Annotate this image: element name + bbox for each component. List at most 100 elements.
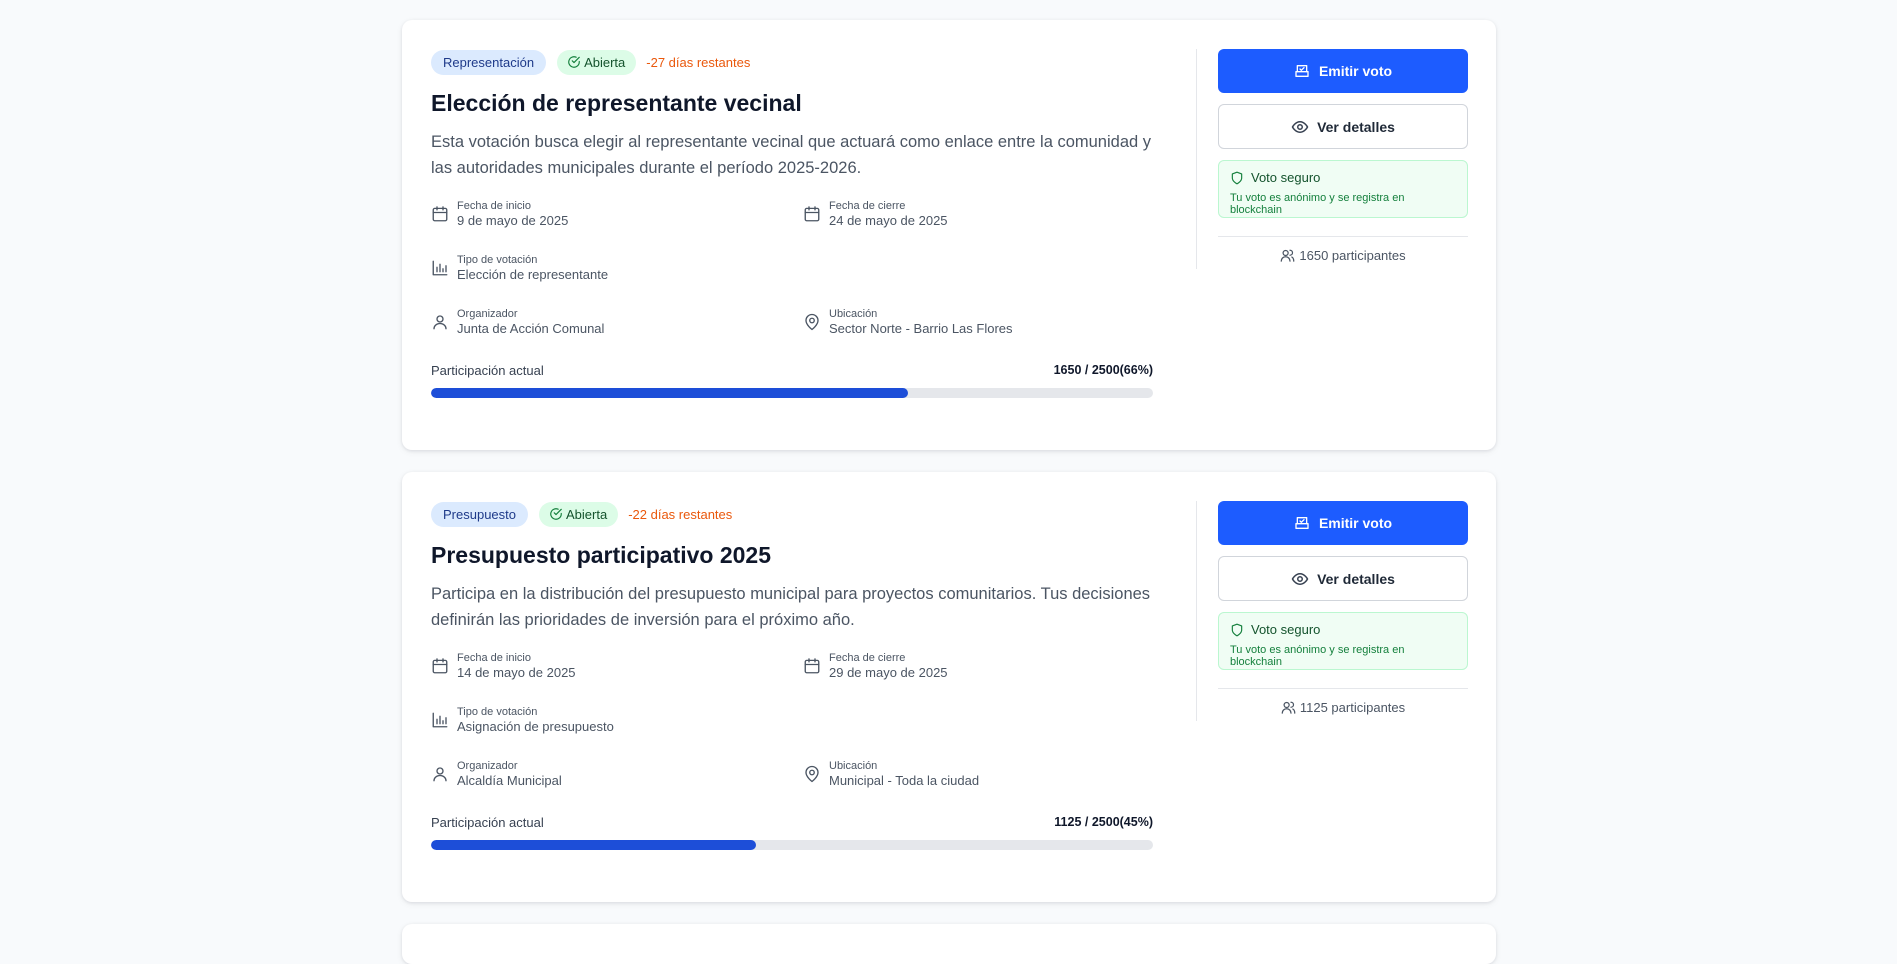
vote-icon (1295, 65, 1309, 77)
cast-vote-button[interactable]: Emitir voto (1218, 49, 1468, 93)
vote-type-label: Tipo de votación (457, 706, 538, 718)
participation-progress-bar (431, 388, 1153, 398)
check-circle-icon (550, 508, 562, 520)
vote-card-content: Representación Abierta -27 días restante… (431, 49, 1153, 398)
organizer-label: Organizador (457, 308, 518, 320)
calendar-icon (431, 205, 449, 223)
location-label: Ubicación (829, 760, 878, 772)
days-remaining: -27 días restantes (646, 54, 751, 70)
start-date-label: Fecha de inicio (457, 200, 531, 212)
vote-actions: Emitir voto Ver detalles Voto seguro Tu … (1218, 501, 1468, 715)
organizer-info: Organizador Alcaldía Municipal (431, 760, 761, 789)
participants-count: 1125 participantes (1218, 700, 1468, 715)
organizer-label: Organizador (457, 760, 518, 772)
end-date-label: Fecha de cierre (829, 652, 906, 664)
calendar-icon (803, 657, 821, 675)
participation-count: 1125 / 2500(45%) (1054, 815, 1153, 829)
location-label: Ubicación (829, 308, 878, 320)
user-icon (431, 765, 449, 783)
end-date-info: Fecha de cierre 24 de mayo de 2025 (803, 200, 1133, 229)
calendar-icon (431, 657, 449, 675)
days-remaining: -22 días restantes (628, 506, 733, 522)
calendar-icon (803, 205, 821, 223)
participation-label: Participación actual (431, 363, 544, 378)
organizer-value: Junta de Acción Comunal (457, 321, 605, 336)
vote-type-info: Tipo de votación Elección de representant… (431, 254, 761, 283)
start-date-info: Fecha de inicio 9 de mayo de 2025 (431, 200, 761, 229)
end-date-info: Fecha de cierre 29 de mayo de 2025 (803, 652, 1133, 681)
bar-chart-icon (431, 711, 449, 729)
end-date-value: 29 de mayo de 2025 (829, 665, 948, 680)
view-details-button[interactable]: Ver detalles (1218, 104, 1468, 149)
view-details-button[interactable]: Ver detalles (1218, 556, 1468, 601)
location-value: Municipal - Toda la ciudad (829, 773, 980, 788)
status-badge: Abierta (539, 501, 619, 527)
start-date-value: 14 de mayo de 2025 (457, 665, 576, 680)
participation-count: 1650 / 2500(66%) (1053, 363, 1153, 377)
eye-icon (1291, 572, 1309, 585)
category-badge: Representación (431, 49, 547, 75)
vote-type-value: Asignación de presupuesto (457, 719, 614, 734)
vote-description: Esta votación busca elegir al representa… (431, 133, 1152, 177)
organizer-value: Alcaldía Municipal (457, 773, 562, 788)
participation-row: Participación actual 1650 / 2500(66%) (431, 363, 1153, 378)
map-pin-icon (803, 765, 821, 783)
column-divider (1196, 49, 1197, 269)
vote-card: Presupuesto Abierta -22 días restantes P… (402, 472, 1496, 902)
secure-vote-text: Tu voto es anónimo y se registra en bloc… (1230, 192, 1405, 216)
location-value: Sector Norte - Barrio Las Flores (829, 321, 1013, 336)
secure-vote-title: Voto seguro (1251, 170, 1321, 185)
participants-label: 1125 participantes (1299, 700, 1406, 715)
view-details-label: Ver detalles (1317, 118, 1395, 135)
start-date-info: Fecha de inicio 14 de mayo de 2025 (431, 652, 761, 681)
location-info: Ubicación Municipal - Toda la ciudad (803, 760, 1133, 789)
participants-count: 1650 participantes (1218, 248, 1468, 263)
check-circle-icon (568, 56, 580, 68)
secure-vote-notice: Voto seguro Tu voto es anónimo y se regi… (1218, 612, 1468, 670)
column-divider (1196, 501, 1197, 721)
vote-title: Presupuesto participativo 2025 (431, 542, 772, 568)
location-info: Ubicación Sector Norte - Barrio Las Flore… (803, 308, 1133, 337)
secure-vote-notice: Voto seguro Tu voto es anónimo y se regi… (1218, 160, 1468, 218)
cast-vote-label: Emitir voto (1318, 63, 1393, 79)
map-pin-icon (803, 313, 821, 331)
users-icon (1281, 701, 1296, 714)
organizer-info: Organizador Junta de Acción Comunal (431, 308, 761, 337)
end-date-value: 24 de mayo de 2025 (829, 213, 948, 228)
actions-divider (1218, 688, 1468, 689)
start-date-label: Fecha de inicio (457, 652, 531, 664)
participation-progress-bar (431, 840, 1153, 850)
badge-row: Representación Abierta -27 días restante… (431, 49, 1153, 75)
actions-divider (1218, 236, 1468, 237)
vote-card: Representación Abierta -27 días restante… (402, 20, 1496, 450)
vote-description: Participa en la distribución del presupu… (431, 585, 1151, 629)
participation-label: Participación actual (431, 815, 544, 830)
status-label: Abierta (566, 506, 608, 522)
participation-progress-fill (431, 388, 908, 398)
bar-chart-icon (431, 259, 449, 277)
vote-type-label: Tipo de votación (457, 254, 538, 266)
end-date-label: Fecha de cierre (829, 200, 906, 212)
participants-label: 1650 participantes (1299, 248, 1406, 263)
cast-vote-button[interactable]: Emitir voto (1218, 501, 1468, 545)
vote-card-content: Presupuesto Abierta -22 días restantes P… (431, 501, 1153, 850)
shield-icon (1231, 171, 1243, 184)
status-label: Abierta (584, 54, 626, 70)
participation-progress-fill (431, 840, 756, 850)
start-date-value: 9 de mayo de 2025 (457, 213, 569, 228)
vote-title: Elección de representante vecinal (431, 90, 802, 116)
status-badge: Abierta (557, 49, 637, 75)
cast-vote-label: Emitir voto (1318, 515, 1393, 531)
badge-row: Presupuesto Abierta -22 días restantes (431, 501, 1153, 527)
vote-card (402, 924, 1496, 964)
shield-icon (1231, 623, 1243, 636)
user-icon (431, 313, 449, 331)
vote-type-info: Tipo de votación Asignación de presupuest… (431, 706, 761, 735)
secure-vote-text: Tu voto es anónimo y se registra en bloc… (1230, 644, 1405, 668)
vote-type-value: Elección de representante (457, 267, 609, 282)
secure-vote-title: Voto seguro (1251, 622, 1321, 637)
vote-actions: Emitir voto Ver detalles Voto seguro Tu … (1218, 49, 1468, 263)
eye-icon (1291, 120, 1309, 133)
users-icon (1281, 249, 1295, 262)
category-badge: Presupuesto (431, 501, 528, 527)
